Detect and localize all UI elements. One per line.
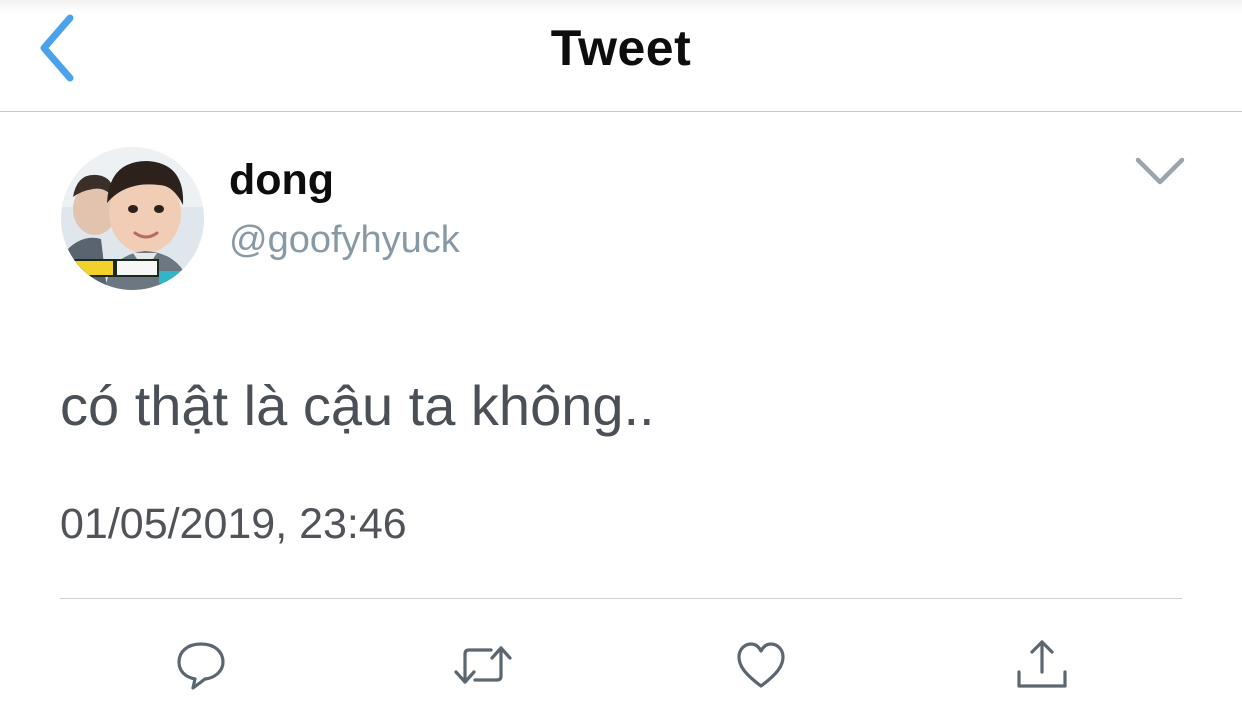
tweet-timestamp: 01/05/2019, 23:46 [60, 500, 407, 548]
avatar[interactable] [61, 147, 204, 290]
avatar-photo [61, 147, 204, 290]
share-icon [1017, 640, 1067, 688]
retweet-icon [454, 646, 512, 684]
divider [60, 598, 1182, 599]
page-title: Tweet [550, 20, 692, 76]
reply-icon [177, 642, 225, 690]
navigation-bar: Tweet [0, 0, 1242, 112]
reply-button[interactable] [173, 636, 229, 694]
username[interactable]: @goofyhyuck [229, 219, 460, 262]
tweet-text: có thật là cậu ta không.. [60, 374, 655, 437]
share-button[interactable] [1014, 636, 1070, 694]
heart-icon [737, 642, 785, 688]
like-button[interactable] [735, 636, 787, 694]
retweet-button[interactable] [453, 636, 513, 694]
tweet-menu-button[interactable] [1132, 148, 1188, 192]
chevron-down-icon [1135, 157, 1185, 185]
display-name[interactable]: dong [229, 156, 334, 205]
